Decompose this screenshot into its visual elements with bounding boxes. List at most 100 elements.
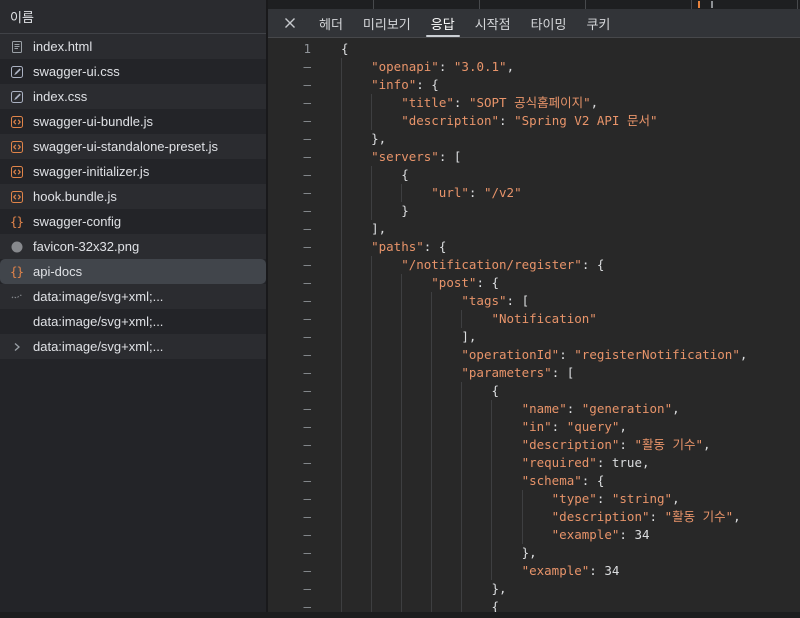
request-list-header[interactable]: 이름 bbox=[0, 0, 266, 34]
indent-guide bbox=[341, 418, 371, 436]
indent-guide bbox=[371, 382, 401, 400]
indent-guide bbox=[491, 544, 521, 562]
indent-guide bbox=[461, 472, 491, 490]
file-name: hook.bundle.js bbox=[33, 189, 117, 204]
line-number-gutter: – bbox=[268, 148, 337, 166]
indent-guide bbox=[461, 400, 491, 418]
line-number-gutter: – bbox=[268, 472, 337, 490]
line-number-gutter: 1 bbox=[268, 40, 337, 58]
file-name: index.html bbox=[33, 39, 92, 54]
bottom-scroll-track[interactable] bbox=[0, 612, 800, 618]
indent-guide bbox=[341, 220, 371, 238]
indent-guide bbox=[431, 508, 461, 526]
indent-guide bbox=[401, 544, 431, 562]
indent-guide bbox=[401, 436, 431, 454]
network-overview-strip bbox=[268, 0, 800, 9]
indent-guide bbox=[401, 472, 431, 490]
file-row[interactable]: swagger-ui.css bbox=[0, 59, 266, 84]
code-line-content: "description": "활동 기수", bbox=[337, 508, 800, 526]
timeline-load-marker bbox=[711, 1, 713, 8]
tab-시작점[interactable]: 시작점 bbox=[465, 9, 521, 37]
file-name: api-docs bbox=[33, 264, 82, 279]
close-icon[interactable] bbox=[284, 17, 296, 29]
indent-guide bbox=[371, 310, 401, 328]
line-number-gutter: – bbox=[268, 94, 337, 112]
code-line-content: "in": "query", bbox=[337, 418, 800, 436]
tab-헤더[interactable]: 헤더 bbox=[309, 9, 353, 37]
indent-guide bbox=[371, 328, 401, 346]
code-line-content: "schema": { bbox=[337, 472, 800, 490]
file-row[interactable]: swagger-ui-bundle.js bbox=[0, 109, 266, 134]
code-line: –"openapi": "3.0.1", bbox=[268, 58, 800, 76]
image-icon bbox=[9, 239, 24, 254]
indent-guide bbox=[491, 472, 521, 490]
indent-guide bbox=[371, 346, 401, 364]
line-number-gutter: – bbox=[268, 436, 337, 454]
indent-guide bbox=[401, 382, 431, 400]
file-row[interactable]: {}api-docs bbox=[0, 259, 266, 284]
indent-guide bbox=[341, 184, 371, 202]
indent-guide bbox=[431, 292, 461, 310]
indent-guide bbox=[431, 580, 461, 598]
response-body-viewer[interactable]: 1{–"openapi": "3.0.1",–"info": {–"title"… bbox=[268, 38, 800, 618]
indent-guide bbox=[401, 580, 431, 598]
line-number-gutter: – bbox=[268, 166, 337, 184]
indent-guide bbox=[371, 490, 401, 508]
file-row[interactable]: favicon-32x32.png bbox=[0, 234, 266, 259]
detail-tabbar: 헤더미리보기응답시작점타이밍쿠키 bbox=[268, 9, 800, 38]
code-line-content: "description": "Spring V2 API 문서" bbox=[337, 112, 800, 130]
indent-guide bbox=[431, 544, 461, 562]
code-line: –"description": "Spring V2 API 문서" bbox=[268, 112, 800, 130]
file-row[interactable]: index.css bbox=[0, 84, 266, 109]
code-line-content: "url": "/v2" bbox=[337, 184, 800, 202]
line-number-gutter: – bbox=[268, 238, 337, 256]
file-name: index.css bbox=[33, 89, 87, 104]
tab-쿠키[interactable]: 쿠키 bbox=[576, 9, 620, 37]
code-line: –} bbox=[268, 202, 800, 220]
code-line-content: "info": { bbox=[337, 76, 800, 94]
tab-응답[interactable]: 응답 bbox=[421, 9, 465, 37]
indent-guide bbox=[371, 580, 401, 598]
file-row[interactable]: swagger-initializer.js bbox=[0, 159, 266, 184]
file-row[interactable]: data:image/svg+xml;... bbox=[0, 309, 266, 334]
indent-guide bbox=[371, 256, 401, 274]
code-line: –"name": "generation", bbox=[268, 400, 800, 418]
file-row[interactable]: data:image/svg+xml;... bbox=[0, 284, 266, 309]
file-row[interactable]: data:image/svg+xml;... bbox=[0, 334, 266, 359]
indent-guide bbox=[341, 328, 371, 346]
indent-guide bbox=[461, 580, 491, 598]
indent-guide bbox=[461, 418, 491, 436]
code-line: –{ bbox=[268, 382, 800, 400]
code-line-content: }, bbox=[337, 580, 800, 598]
tab-strip: 헤더미리보기응답시작점타이밍쿠키 bbox=[309, 9, 620, 37]
file-list: index.html swagger-ui.css index.css swagger… bbox=[0, 34, 266, 618]
file-row[interactable]: swagger-ui-standalone-preset.js bbox=[0, 134, 266, 159]
indent-guide bbox=[401, 346, 431, 364]
file-name: swagger-initializer.js bbox=[33, 164, 149, 179]
file-name: swagger-ui-standalone-preset.js bbox=[33, 139, 218, 154]
indent-guide bbox=[371, 436, 401, 454]
request-detail-pane: 헤더미리보기응답시작점타이밍쿠키 1{–"openapi": "3.0.1", –… bbox=[268, 0, 800, 618]
indent-guide bbox=[371, 364, 401, 382]
indent-guide bbox=[341, 580, 371, 598]
request-list-sidebar: 이름 index.html swagger-ui.css index.css swag… bbox=[0, 0, 268, 618]
tab-타이밍[interactable]: 타이밍 bbox=[521, 9, 577, 37]
file-row[interactable]: hook.bundle.js bbox=[0, 184, 266, 209]
indent-guide bbox=[431, 562, 461, 580]
file-row[interactable]: {}swagger-config bbox=[0, 209, 266, 234]
svg-preview-icon bbox=[9, 289, 24, 304]
indent-guide bbox=[341, 94, 371, 112]
indent-guide bbox=[431, 382, 461, 400]
code-line-content: "paths": { bbox=[337, 238, 800, 256]
code-line: –}, bbox=[268, 130, 800, 148]
indent-guide bbox=[461, 436, 491, 454]
code-line: –], bbox=[268, 328, 800, 346]
indent-guide bbox=[401, 490, 431, 508]
indent-guide bbox=[431, 346, 461, 364]
tab-미리보기[interactable]: 미리보기 bbox=[353, 9, 421, 37]
line-number-gutter: – bbox=[268, 184, 337, 202]
code-line: 1{ bbox=[268, 40, 800, 58]
indent-guide bbox=[461, 490, 491, 508]
file-row[interactable]: index.html bbox=[0, 34, 266, 59]
indent-guide bbox=[341, 148, 371, 166]
